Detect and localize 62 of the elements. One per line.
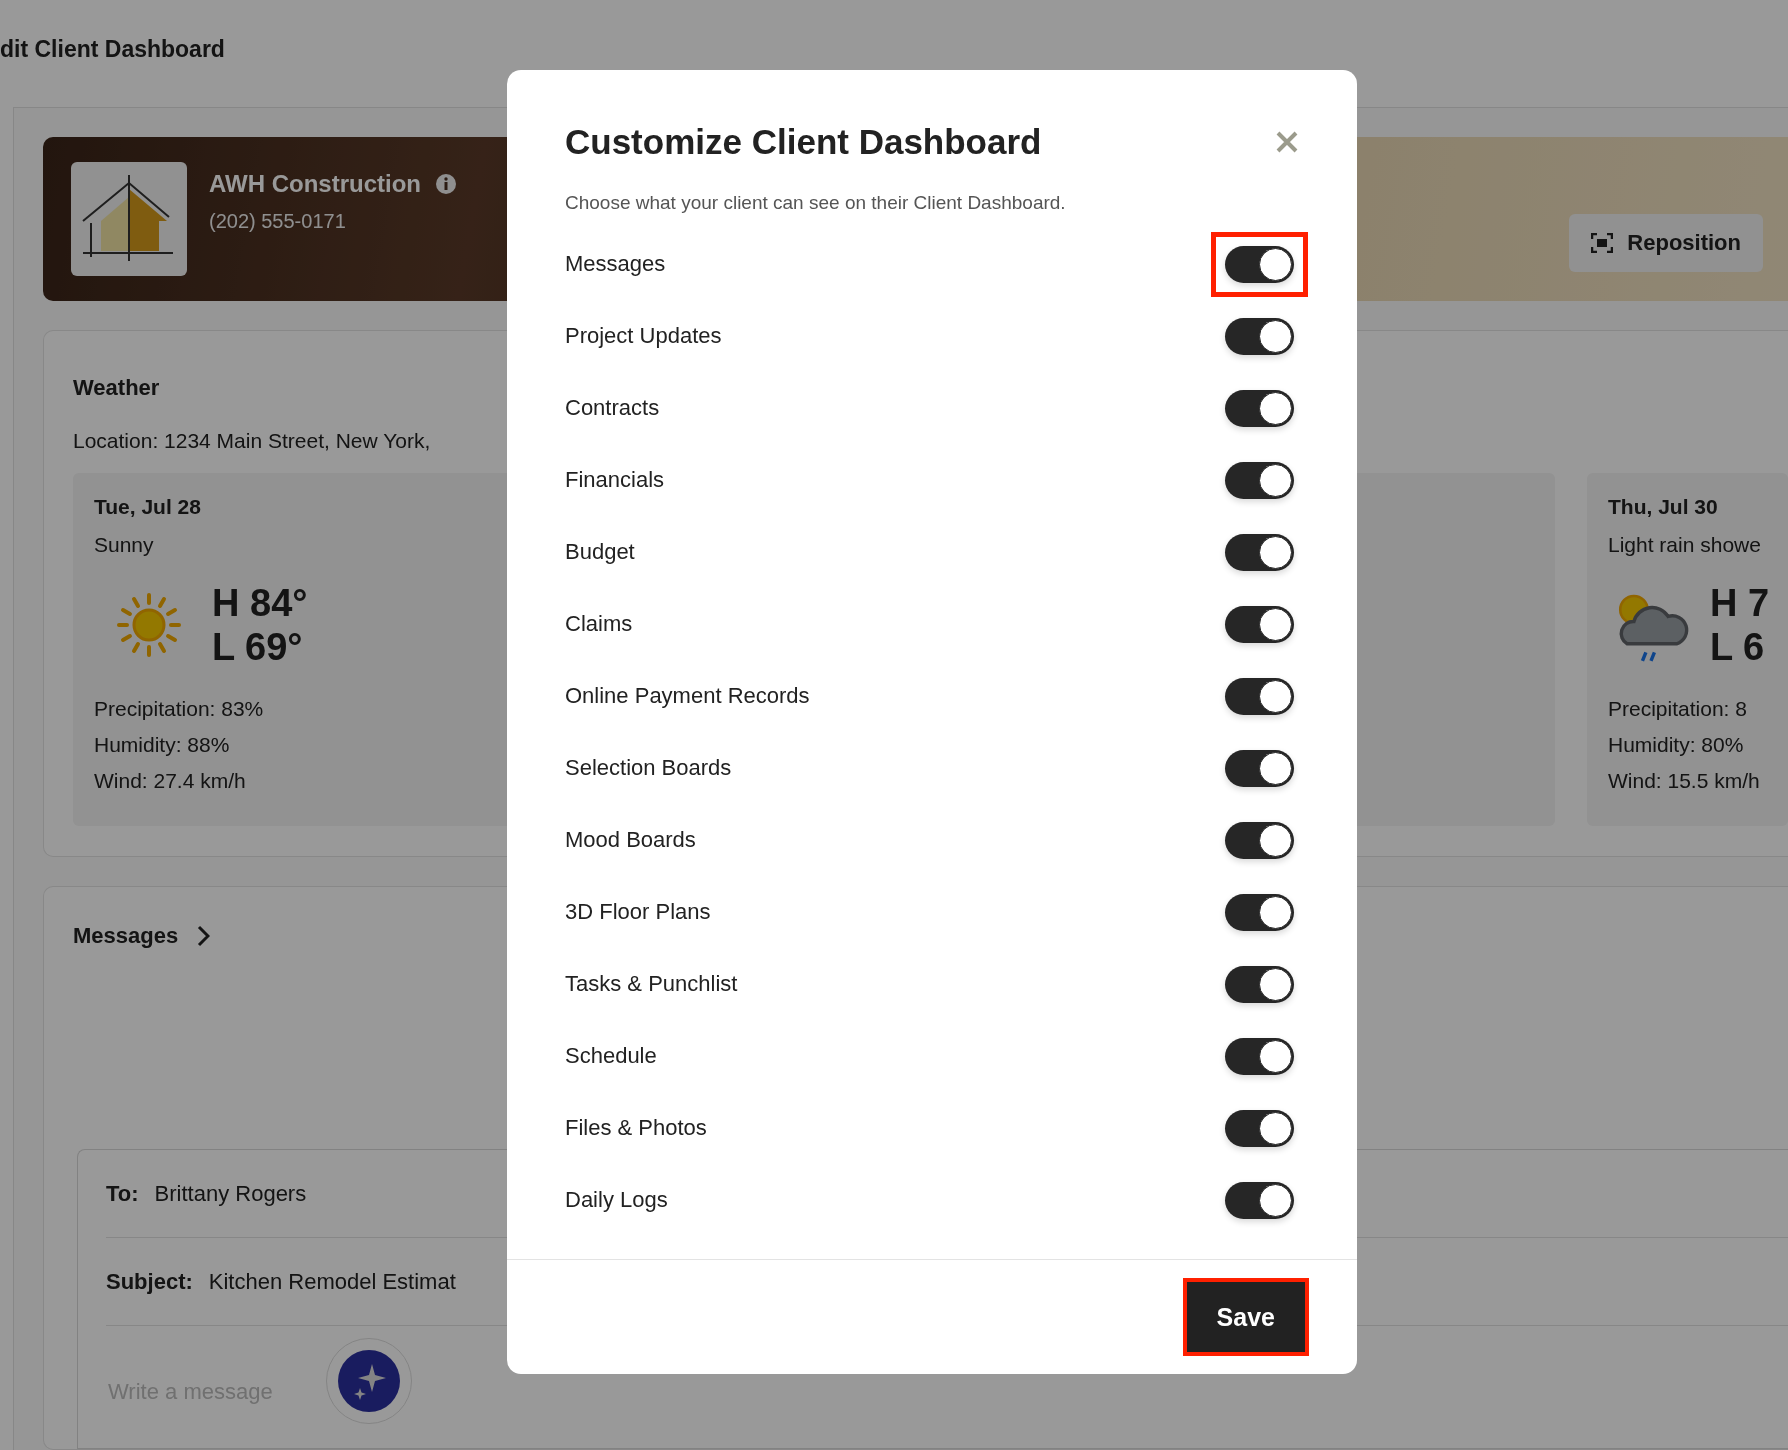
messages-title[interactable]: Messages bbox=[73, 923, 179, 949]
toggle-switch[interactable] bbox=[1225, 965, 1294, 1003]
toggle-label: Selection Boards bbox=[565, 755, 732, 781]
toggle-switch[interactable] bbox=[1225, 461, 1294, 499]
day-condition: Sunny bbox=[94, 533, 154, 557]
company-name: AWH Construction bbox=[209, 170, 421, 198]
toggle-switch[interactable] bbox=[1225, 1181, 1294, 1219]
toggle-label: Files & Photos bbox=[565, 1115, 707, 1141]
day-condition: Light rain showe bbox=[1608, 533, 1761, 557]
toggle-label: Financials bbox=[565, 467, 665, 493]
precipitation-text: Precipitation: 8 bbox=[1608, 696, 1747, 722]
toggle-switch[interactable] bbox=[1225, 245, 1294, 283]
toggle-label: Daily Logs bbox=[565, 1187, 668, 1213]
toggle-label: Schedule bbox=[565, 1043, 657, 1069]
low-temperature: L 69° bbox=[212, 625, 304, 669]
chevron-right-icon[interactable] bbox=[196, 925, 211, 947]
toggle-label: Online Payment Records bbox=[565, 683, 810, 709]
toggle-switch[interactable] bbox=[1225, 389, 1294, 427]
toggle-switch[interactable] bbox=[1225, 677, 1294, 715]
recipient-name: Brittany Rogers bbox=[154, 1180, 307, 1207]
page-title: dit Client Dashboard bbox=[0, 36, 225, 63]
weather-title: Weather bbox=[73, 375, 161, 401]
low-temperature: L 6 bbox=[1710, 625, 1766, 669]
reposition-button[interactable]: Reposition bbox=[1569, 214, 1763, 272]
info-icon[interactable] bbox=[435, 173, 457, 195]
sun-icon bbox=[116, 592, 182, 658]
humidity-text: Humidity: 88% bbox=[94, 732, 230, 758]
wind-text: Wind: 15.5 km/h bbox=[1608, 768, 1760, 794]
wind-text: Wind: 27.4 km/h bbox=[94, 768, 246, 794]
toggle-label: Mood Boards bbox=[565, 827, 696, 853]
humidity-text: Humidity: 80% bbox=[1608, 732, 1744, 758]
location-text: Location: 1234 Main Street, New York, bbox=[73, 429, 432, 453]
toggle-switch[interactable] bbox=[1225, 749, 1294, 787]
high-temperature: H 84° bbox=[212, 581, 308, 625]
precipitation-text: Precipitation: 83% bbox=[94, 696, 264, 722]
toggle-label: Messages bbox=[565, 251, 666, 277]
toggle-switch[interactable] bbox=[1225, 533, 1294, 571]
toggle-switch[interactable] bbox=[1225, 317, 1294, 355]
sparkle-icon bbox=[338, 1350, 400, 1412]
toggle-label: Claims bbox=[565, 611, 633, 637]
toggle-label: Project Updates bbox=[565, 323, 722, 349]
subject-text: Kitchen Remodel Estimat bbox=[208, 1268, 456, 1295]
high-temperature: H 7 bbox=[1710, 581, 1770, 625]
toggle-switch[interactable] bbox=[1225, 1037, 1294, 1075]
toggle-label: 3D Floor Plans bbox=[565, 899, 711, 925]
toggle-switch[interactable] bbox=[1225, 821, 1294, 859]
reposition-icon bbox=[1591, 233, 1614, 253]
toggle-label: Contracts bbox=[565, 395, 660, 421]
dialog-subtitle: Choose what your client can see on their Client Dashboard. bbox=[565, 192, 1067, 214]
to-label: To: bbox=[106, 1180, 139, 1207]
day-date: Tue, Jul 28 bbox=[94, 495, 202, 519]
dialog-title: Customize Client Dashboard bbox=[565, 122, 1042, 162]
subject-label: Subject: bbox=[106, 1268, 193, 1295]
day-date: Thu, Jul 30 bbox=[1608, 495, 1719, 519]
toggle-label: Tasks & Punchlist bbox=[565, 971, 738, 997]
toggle-switch[interactable] bbox=[1225, 605, 1294, 643]
save-button[interactable]: Save bbox=[1186, 1282, 1305, 1352]
company-phone: (202) 555-0171 bbox=[209, 210, 347, 233]
close-button[interactable] bbox=[1275, 130, 1299, 154]
toggle-switch[interactable] bbox=[1225, 893, 1294, 931]
toggle-switch[interactable] bbox=[1225, 1109, 1294, 1147]
toggle-label: Budget bbox=[565, 539, 635, 565]
